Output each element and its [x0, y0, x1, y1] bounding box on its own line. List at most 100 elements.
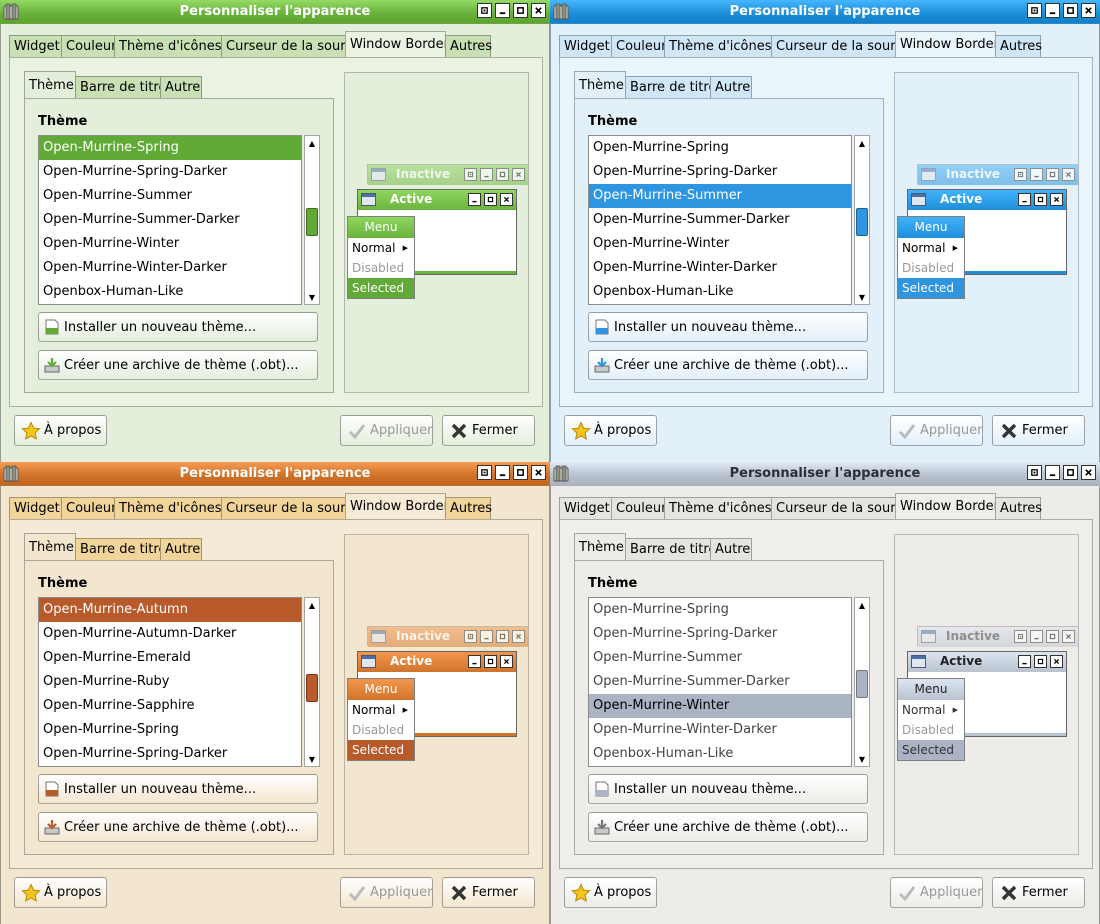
minimize-icon[interactable]: [495, 3, 510, 18]
subtab-autre[interactable]: Autre: [710, 538, 752, 560]
close-button[interactable]: Fermer: [442, 415, 535, 446]
tab-autres[interactable]: Autres: [445, 35, 492, 57]
close-icon[interactable]: [1081, 3, 1096, 18]
create-archive-button[interactable]: Créer une archive de thème (.obt)...: [38, 812, 318, 842]
tab-curseur-de-la-souris[interactable]: Curseur de la souris: [771, 35, 906, 57]
list-item[interactable]: Open-Murrine-Spring: [589, 598, 851, 622]
about-button[interactable]: À propos: [564, 877, 657, 908]
list-item[interactable]: Open-Murrine-Winter-Darker: [589, 718, 851, 742]
apply-button[interactable]: Appliquer: [340, 877, 433, 908]
close-button[interactable]: Fermer: [992, 877, 1085, 908]
title-bar[interactable]: Personnaliser l'apparence: [0, 462, 550, 486]
list-item[interactable]: Open-Murrine-Spring-Darker: [39, 160, 301, 184]
tab-window-border[interactable]: Window Border: [895, 493, 999, 519]
scroll-down-icon[interactable]: ▼: [856, 753, 868, 765]
scroll-down-icon[interactable]: ▼: [306, 291, 318, 303]
scrollbar[interactable]: ▲ ▼: [854, 597, 870, 767]
scroll-thumb[interactable]: [856, 670, 868, 698]
scroll-down-icon[interactable]: ▼: [306, 753, 318, 765]
subtab-th-me[interactable]: Thème: [24, 71, 76, 98]
list-item[interactable]: Openbox-Human-Like: [589, 280, 851, 304]
tab-autres[interactable]: Autres: [445, 497, 492, 519]
install-theme-button[interactable]: Installer un nouveau thème...: [38, 312, 318, 342]
list-item[interactable]: Open-Murrine-Summer: [39, 184, 301, 208]
close-button[interactable]: Fermer: [992, 415, 1085, 446]
restore-icon[interactable]: [477, 465, 492, 480]
list-item[interactable]: Open-Murrine-Spring: [589, 136, 851, 160]
tab-couleur[interactable]: Couleur: [611, 35, 666, 57]
minimize-icon[interactable]: [1045, 465, 1060, 480]
list-item[interactable]: Open-Murrine-Summer-Darker: [589, 670, 851, 694]
subtab-barre-de-titre[interactable]: Barre de titre: [625, 538, 716, 560]
scroll-thumb[interactable]: [306, 674, 318, 702]
restore-icon[interactable]: [1027, 465, 1042, 480]
create-archive-button[interactable]: Créer une archive de thème (.obt)...: [38, 350, 318, 380]
create-archive-button[interactable]: Créer une archive de thème (.obt)...: [588, 812, 868, 842]
install-theme-button[interactable]: Installer un nouveau thème...: [588, 312, 868, 342]
tab-widget[interactable]: Widget: [559, 35, 612, 57]
close-button[interactable]: Fermer: [442, 877, 535, 908]
tab-th-me-d-ic-nes[interactable]: Thème d'icônes: [114, 35, 222, 57]
list-item[interactable]: Openbox-Human-Like: [589, 742, 851, 766]
scrollbar[interactable]: ▲ ▼: [304, 135, 320, 305]
list-item[interactable]: Open-Murrine-Summer: [589, 184, 851, 208]
subtab-th-me[interactable]: Thème: [24, 533, 76, 560]
tab-th-me-d-ic-nes[interactable]: Thème d'icônes: [114, 497, 222, 519]
scroll-thumb[interactable]: [856, 208, 868, 236]
tab-couleur[interactable]: Couleur: [61, 497, 116, 519]
maximize-icon[interactable]: [1063, 3, 1078, 18]
title-bar[interactable]: Personnaliser l'apparence: [0, 0, 550, 24]
tab-widget[interactable]: Widget: [9, 35, 62, 57]
list-item[interactable]: Open-Murrine-Spring-Darker: [589, 160, 851, 184]
scrollbar[interactable]: ▲ ▼: [854, 135, 870, 305]
tab-autres[interactable]: Autres: [995, 35, 1042, 57]
scroll-thumb[interactable]: [306, 208, 318, 236]
list-item[interactable]: Open-Murrine-Spring: [39, 136, 301, 160]
theme-list[interactable]: Open-Murrine-Autumn Open-Murrine-Autumn-D…: [38, 597, 302, 767]
scroll-down-icon[interactable]: ▼: [856, 291, 868, 303]
list-item[interactable]: Open-Murrine-Sapphire: [39, 694, 301, 718]
subtab-barre-de-titre[interactable]: Barre de titre: [75, 76, 166, 98]
list-item[interactable]: Open-Murrine-Ruby: [39, 670, 301, 694]
tab-window-border[interactable]: Window Border: [345, 31, 449, 57]
close-icon[interactable]: [531, 3, 546, 18]
list-item[interactable]: Open-Murrine-Winter-Darker: [39, 256, 301, 280]
tab-curseur-de-la-souris[interactable]: Curseur de la souris: [221, 497, 356, 519]
tab-widget[interactable]: Widget: [9, 497, 62, 519]
list-item[interactable]: Open-Murrine-Summer: [589, 646, 851, 670]
scroll-up-icon[interactable]: ▲: [306, 137, 318, 149]
tab-widget[interactable]: Widget: [559, 497, 612, 519]
about-button[interactable]: À propos: [14, 415, 107, 446]
scroll-up-icon[interactable]: ▲: [856, 137, 868, 149]
subtab-th-me[interactable]: Thème: [574, 533, 626, 560]
theme-list[interactable]: Open-Murrine-Spring Open-Murrine-Spring-D…: [38, 135, 302, 305]
maximize-icon[interactable]: [513, 3, 528, 18]
scrollbar[interactable]: ▲ ▼: [304, 597, 320, 767]
subtab-barre-de-titre[interactable]: Barre de titre: [625, 76, 716, 98]
tab-th-me-d-ic-nes[interactable]: Thème d'icônes: [664, 497, 772, 519]
subtab-autre[interactable]: Autre: [710, 76, 752, 98]
close-icon[interactable]: [531, 465, 546, 480]
list-item[interactable]: Open-Murrine-Autumn: [39, 598, 301, 622]
list-item[interactable]: Open-Murrine-Summer-Darker: [589, 208, 851, 232]
title-bar[interactable]: Personnaliser l'apparence: [550, 462, 1100, 486]
list-item[interactable]: Open-Murrine-Winter-Darker: [589, 256, 851, 280]
list-item[interactable]: Open-Murrine-Spring: [39, 718, 301, 742]
list-item[interactable]: Open-Murrine-Winter: [589, 694, 851, 718]
minimize-icon[interactable]: [495, 465, 510, 480]
about-button[interactable]: À propos: [14, 877, 107, 908]
apply-button[interactable]: Appliquer: [340, 415, 433, 446]
theme-list[interactable]: Open-Murrine-Spring Open-Murrine-Spring-D…: [588, 135, 852, 305]
tab-curseur-de-la-souris[interactable]: Curseur de la souris: [221, 35, 356, 57]
theme-list[interactable]: Open-Murrine-Spring Open-Murrine-Spring-D…: [588, 597, 852, 767]
list-item[interactable]: Openbox-Human-Like: [39, 280, 301, 304]
list-item[interactable]: Open-Murrine-Winter: [39, 232, 301, 256]
list-item[interactable]: Open-Murrine-Spring-Darker: [589, 622, 851, 646]
list-item[interactable]: Open-Murrine-Winter: [589, 232, 851, 256]
subtab-autre[interactable]: Autre: [160, 538, 202, 560]
list-item[interactable]: Open-Murrine-Autumn-Darker: [39, 622, 301, 646]
apply-button[interactable]: Appliquer: [890, 415, 983, 446]
tab-couleur[interactable]: Couleur: [611, 497, 666, 519]
tab-curseur-de-la-souris[interactable]: Curseur de la souris: [771, 497, 906, 519]
restore-icon[interactable]: [1027, 3, 1042, 18]
